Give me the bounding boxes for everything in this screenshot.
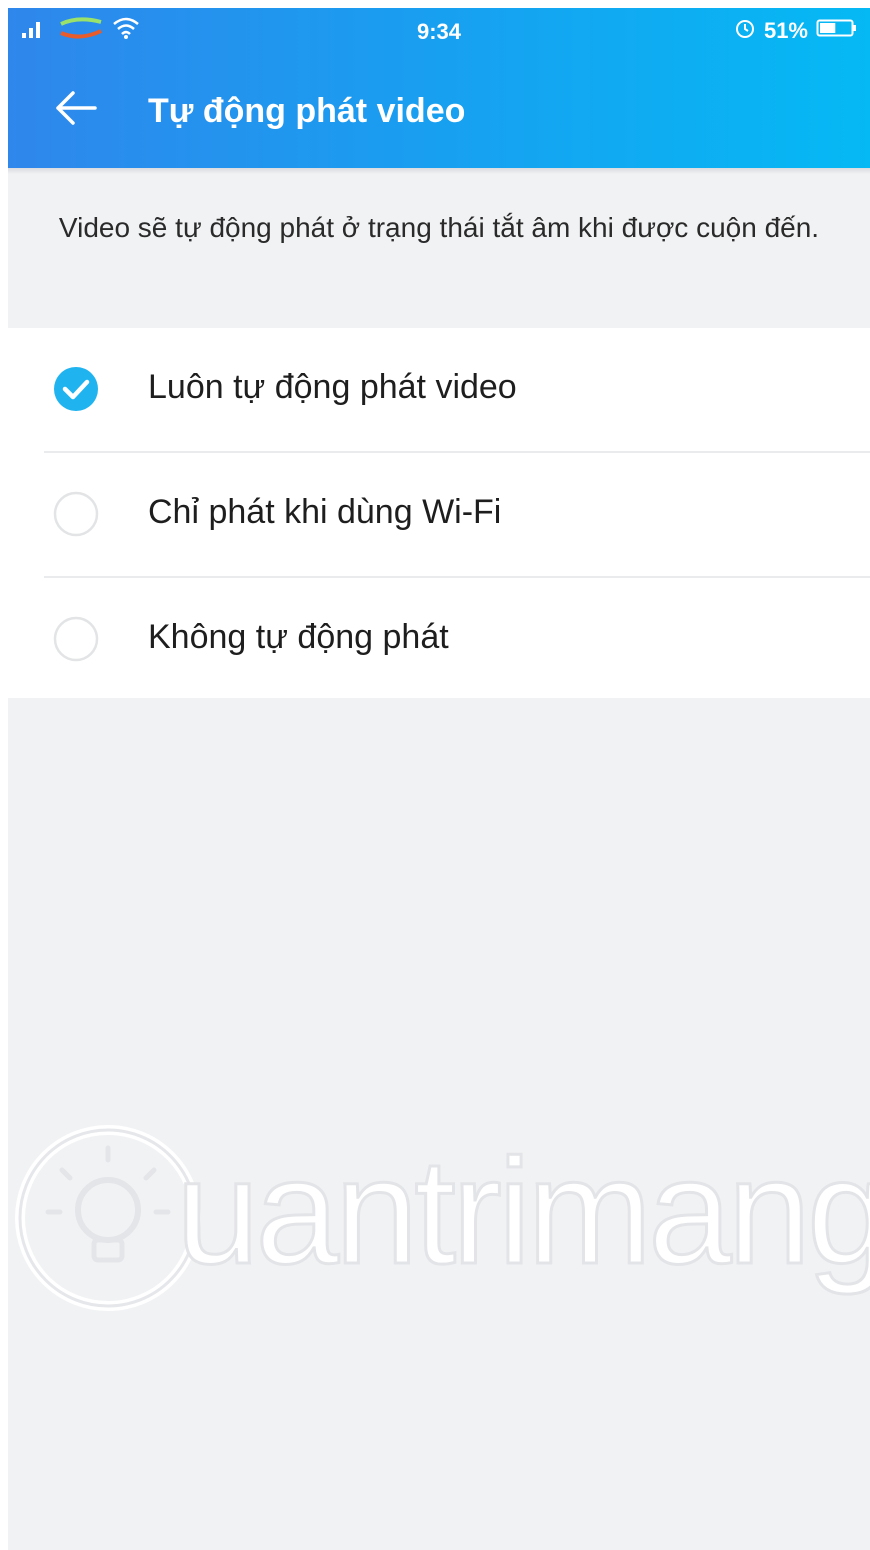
back-button[interactable] <box>48 82 104 138</box>
watermark-logo: uantrimang <box>8 1118 870 1318</box>
option-label: Chỉ phát khi dùng Wi-Fi <box>148 493 502 531</box>
radio-unchecked-icon[interactable] <box>52 490 100 538</box>
watermark-text: uantrimang <box>176 1127 870 1295</box>
option-wifi-only[interactable]: Chỉ phát khi dùng Wi-Fi <box>8 453 870 576</box>
option-always-autoplay[interactable]: Luôn tự động phát video <box>8 328 870 451</box>
battery-percent: 51% <box>763 18 808 43</box>
page-title: Tự động phát video <box>148 92 466 130</box>
status-right-icons: 51% <box>734 17 858 45</box>
app-screen: 9:34 51% Tự động phát video Video sẽ tự … <box>8 8 870 1550</box>
back-arrow-icon <box>53 88 99 133</box>
app-bar: Tự động phát video <box>8 54 870 168</box>
autoplay-options-list: Luôn tự động phát video Chỉ phát khi dùn… <box>8 328 870 698</box>
radio-checked-icon[interactable] <box>52 365 100 413</box>
option-label: Luôn tự động phát video <box>148 368 517 406</box>
alarm-icon <box>734 17 756 45</box>
header-shadow <box>8 168 870 174</box>
battery-icon <box>816 17 858 45</box>
option-never-autoplay[interactable]: Không tự động phát <box>8 578 870 701</box>
radio-unchecked-icon[interactable] <box>52 615 100 663</box>
option-label: Không tự động phát <box>148 618 449 656</box>
top-bar: 9:34 51% Tự động phát video <box>8 8 870 168</box>
description-text: Video sẽ tự động phát ở trạng thái tắt â… <box>58 212 820 243</box>
status-bar: 9:34 51% <box>8 8 870 54</box>
